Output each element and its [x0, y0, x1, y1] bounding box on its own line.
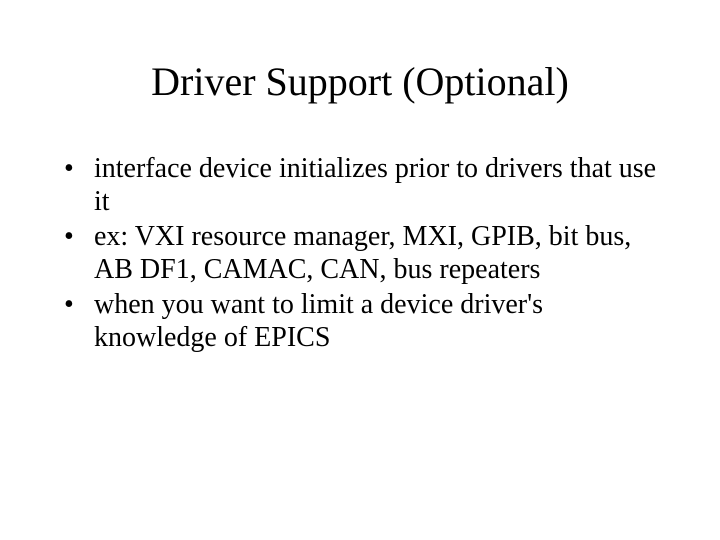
- list-item: interface device initializes prior to dr…: [58, 152, 662, 218]
- list-item: when you want to limit a device driver's…: [58, 288, 662, 354]
- list-item: ex: VXI resource manager, MXI, GPIB, bit…: [58, 220, 662, 286]
- slide-body: interface device initializes prior to dr…: [58, 152, 662, 356]
- slide: Driver Support (Optional) interface devi…: [0, 0, 720, 540]
- slide-title: Driver Support (Optional): [0, 58, 720, 105]
- bullet-list: interface device initializes prior to dr…: [58, 152, 662, 354]
